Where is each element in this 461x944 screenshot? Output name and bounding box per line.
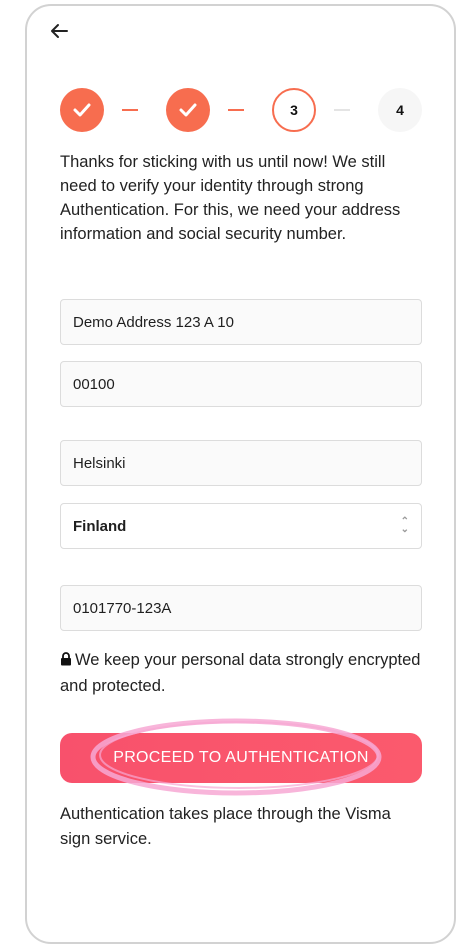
city-value: Helsinki (73, 454, 126, 472)
country-select[interactable]: Finland ⌃ ⌄ (60, 503, 422, 549)
postal-code-field[interactable]: 00100 (60, 361, 422, 407)
step-connector (228, 109, 244, 111)
check-icon (179, 103, 197, 117)
step-2 (166, 88, 210, 132)
step-number: 3 (290, 102, 298, 118)
privacy-text: We keep your personal data strongly encr… (60, 651, 421, 695)
step-number: 4 (396, 102, 404, 118)
step-1 (60, 88, 104, 132)
footer-note: Authentication takes place through the V… (60, 805, 391, 848)
progress-stepper: 3 4 (60, 88, 422, 132)
check-icon (73, 103, 91, 117)
ssn-field[interactable]: 0101770-123A (60, 585, 422, 631)
address-value: Demo Address 123 A 10 (73, 313, 234, 331)
address-field[interactable]: Demo Address 123 A 10 (60, 299, 422, 345)
proceed-button[interactable]: PROCEED TO AUTHENTICATION (60, 733, 422, 783)
intro-text: Thanks for sticking with us until now! W… (60, 153, 401, 243)
postal-code-value: 00100 (73, 375, 115, 393)
step-connector (122, 109, 138, 111)
city-field[interactable]: Helsinki (60, 440, 422, 486)
arrow-left-icon[interactable] (48, 20, 70, 42)
privacy-note: We keep your personal data strongly encr… (60, 648, 422, 699)
step-connector (334, 109, 350, 111)
lock-icon (60, 649, 72, 674)
step-4: 4 (378, 88, 422, 132)
step-3: 3 (272, 88, 316, 132)
proceed-button-label: PROCEED TO AUTHENTICATION (113, 749, 369, 766)
country-value: Finland (73, 517, 127, 535)
select-arrows-icon: ⌃ ⌄ (400, 516, 409, 535)
ssn-value: 0101770-123A (73, 599, 172, 617)
